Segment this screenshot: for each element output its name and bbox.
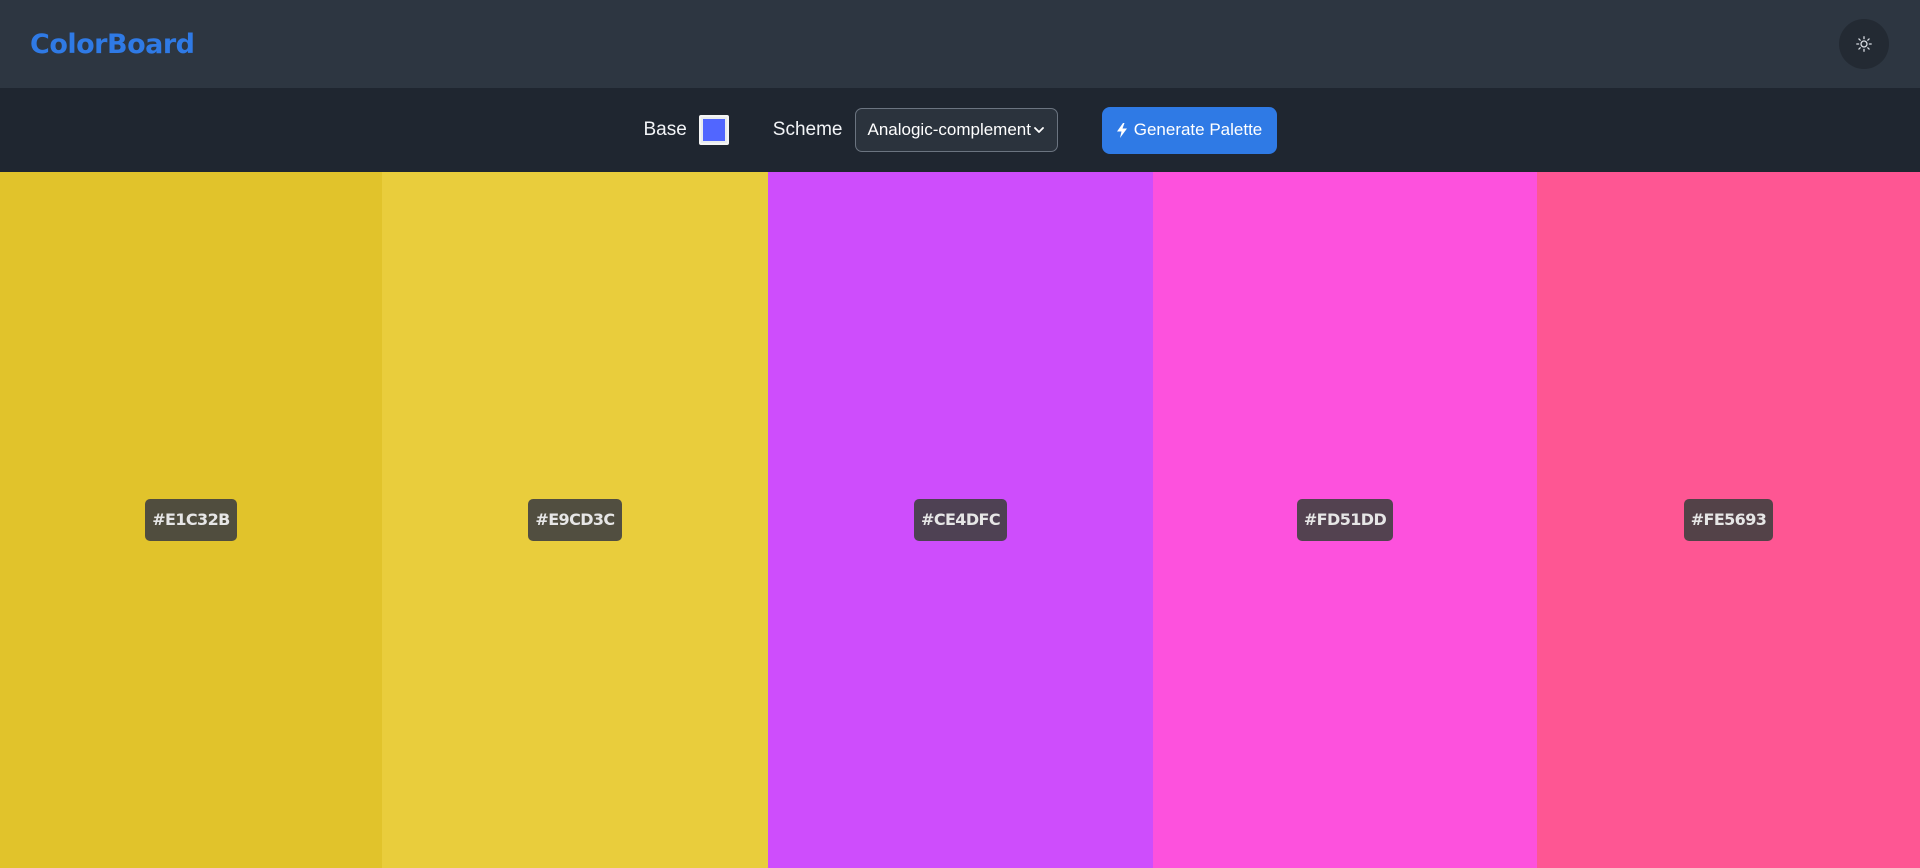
palette-color-column[interactable]: #E9CD3C <box>382 172 768 868</box>
bolt-icon <box>1116 122 1127 138</box>
base-label: Base <box>643 119 687 140</box>
palette-color-column[interactable]: #FD51DD <box>1153 172 1537 868</box>
palette-color-column[interactable]: #E1C32B <box>0 172 382 868</box>
base-color-picker[interactable] <box>698 115 729 145</box>
palette-toolbar: Base Scheme Analogic-complement Generate… <box>0 88 1920 172</box>
scheme-label: Scheme <box>772 119 843 140</box>
app-logo[interactable]: ColorBoard <box>30 29 195 60</box>
hex-code-label[interactable]: #E1C32B <box>145 499 237 541</box>
scheme-selected-value: Analogic-complement <box>867 120 1031 139</box>
chevron-down-icon <box>1033 127 1044 133</box>
hex-code-label[interactable]: #FD51DD <box>1296 499 1394 541</box>
theme-toggle-button[interactable] <box>1839 19 1889 69</box>
generate-palette-label: Generate Palette <box>1133 120 1263 139</box>
hex-code-label[interactable]: #CE4DFC <box>914 499 1007 541</box>
palette-columns: #E1C32B #E9CD3C #CE4DFC #FD51DD #FE5693 <box>0 172 1920 868</box>
generate-palette-button[interactable]: Generate Palette <box>1101 106 1277 154</box>
scheme-group: Scheme Analogic-complement <box>773 108 1058 152</box>
hex-code-label[interactable]: #E9CD3C <box>528 499 622 541</box>
sun-icon <box>1856 36 1872 52</box>
hex-code-label[interactable]: #FE5693 <box>1683 499 1774 541</box>
app-header: ColorBoard <box>0 0 1920 88</box>
palette-color-column[interactable]: #CE4DFC <box>768 172 1153 868</box>
base-color-group: Base <box>643 115 729 145</box>
base-color-swatch <box>702 119 725 141</box>
palette-color-column[interactable]: #FE5693 <box>1537 172 1920 868</box>
scheme-select[interactable]: Analogic-complement <box>854 108 1058 152</box>
